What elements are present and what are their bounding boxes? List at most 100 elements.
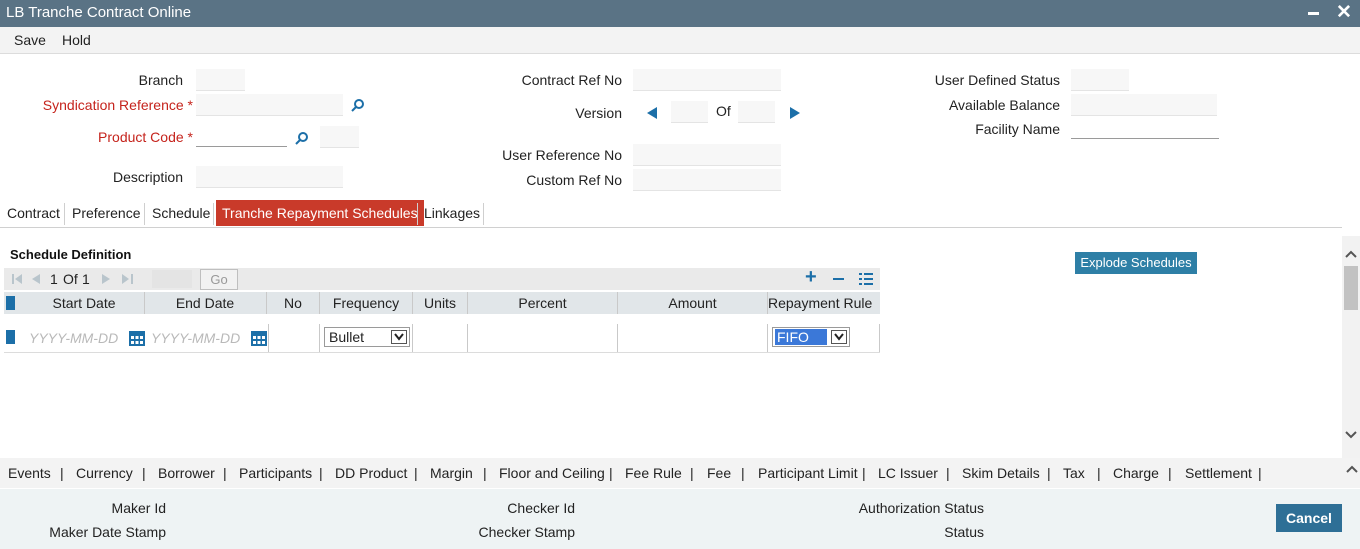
delete-row-icon[interactable]: [833, 278, 844, 280]
nav-separator: |: [319, 465, 323, 481]
first-page-icon[interactable]: [12, 274, 23, 284]
vertical-scrollbar[interactable]: [1342, 236, 1360, 458]
nav-participant-limit[interactable]: Participant Limit: [758, 465, 858, 481]
bottom-nav-bar: Events | Currency | Borrower | Participa…: [0, 458, 1360, 488]
nav-separator: |: [1258, 465, 1262, 481]
search-icon[interactable]: [351, 98, 365, 112]
scroll-up-icon[interactable]: [1346, 465, 1358, 473]
tab-contract[interactable]: Contract: [7, 200, 60, 226]
user-reference-no-input[interactable]: [633, 144, 781, 166]
nav-fee-rule[interactable]: Fee Rule: [625, 465, 682, 481]
nav-separator: |: [862, 465, 866, 481]
nav-fee[interactable]: Fee: [707, 465, 731, 481]
chevron-down-icon: [831, 330, 847, 344]
go-button[interactable]: Go: [200, 269, 238, 290]
select-all-checkbox[interactable]: [6, 296, 15, 310]
schedule-definition-title: Schedule Definition: [10, 247, 132, 262]
frequency-select[interactable]: Bullet: [324, 327, 410, 347]
start-date-input[interactable]: YYYY-MM-DD: [29, 330, 118, 346]
status-label: Status: [944, 524, 984, 540]
nav-lc-issuer[interactable]: LC Issuer: [878, 465, 938, 481]
row-select-checkbox[interactable]: [6, 330, 15, 344]
nav-dd-product[interactable]: DD Product: [335, 465, 407, 481]
page-number-input[interactable]: [152, 270, 192, 288]
save-menu-item[interactable]: Save: [14, 32, 46, 48]
last-page-icon[interactable]: [122, 274, 133, 284]
current-page: 1: [50, 271, 58, 287]
tab-linkages[interactable]: Linkages: [424, 200, 480, 226]
tab-tranche-repayment-schedules[interactable]: Tranche Repayment Schedules: [216, 200, 424, 226]
contract-ref-no-label: Contract Ref No: [521, 72, 622, 88]
version-of-label: Of: [716, 103, 731, 119]
calendar-icon[interactable]: [129, 331, 145, 346]
user-defined-status-label: User Defined Status: [934, 72, 1060, 88]
maker-date-stamp-label: Maker Date Stamp: [49, 524, 166, 540]
pagination-bar: 1 Of 1 Go +: [4, 266, 880, 290]
nav-separator: |: [1097, 465, 1101, 481]
nav-settlement[interactable]: Settlement: [1185, 465, 1252, 481]
version-label: Version: [575, 105, 622, 121]
scroll-thumb[interactable]: [1344, 266, 1358, 310]
nav-charge[interactable]: Charge: [1113, 465, 1159, 481]
product-description-input[interactable]: [320, 126, 359, 148]
end-date-input[interactable]: YYYY-MM-DD: [151, 330, 240, 346]
user-defined-status-input[interactable]: [1071, 69, 1129, 91]
nav-separator: |: [142, 465, 146, 481]
version-input[interactable]: [671, 101, 708, 123]
nav-borrower[interactable]: Borrower: [158, 465, 215, 481]
previous-version-icon[interactable]: [647, 107, 657, 119]
hold-menu-item[interactable]: Hold: [62, 32, 91, 48]
chevron-down-icon: [391, 330, 407, 344]
previous-page-icon[interactable]: [32, 274, 40, 284]
description-label: Description: [112, 169, 183, 185]
nav-separator: |: [946, 465, 950, 481]
available-balance-input[interactable]: [1071, 94, 1217, 116]
custom-ref-no-label: Custom Ref No: [526, 172, 622, 188]
custom-ref-no-input[interactable]: [633, 169, 781, 191]
tab-preference[interactable]: Preference: [72, 200, 140, 226]
add-row-icon[interactable]: +: [805, 266, 817, 289]
column-amount: Amount: [668, 295, 717, 311]
nav-events[interactable]: Events: [8, 465, 51, 481]
nav-separator: |: [741, 465, 745, 481]
search-icon[interactable]: [295, 131, 309, 145]
syndication-reference-input[interactable]: [196, 94, 343, 116]
nav-separator: |: [414, 465, 418, 481]
nav-separator: |: [223, 465, 227, 481]
nav-floor-and-ceiling[interactable]: Floor and Ceiling: [499, 465, 605, 481]
product-code-label: Product Code *: [98, 129, 193, 145]
product-code-input[interactable]: [196, 125, 287, 147]
description-input[interactable]: [196, 166, 343, 188]
explode-schedules-button[interactable]: Explode Schedules: [1075, 252, 1197, 274]
next-page-icon[interactable]: [102, 274, 110, 284]
audit-footer: [0, 489, 1360, 549]
available-balance-label: Available Balance: [948, 97, 1060, 113]
page-of-label: Of: [63, 271, 78, 287]
nav-separator: |: [1168, 465, 1172, 481]
repayment-rule-select[interactable]: FIFO: [772, 327, 850, 347]
cancel-button[interactable]: Cancel: [1276, 504, 1342, 532]
close-icon[interactable]: ✕: [1336, 1, 1352, 25]
scroll-up-icon[interactable]: [1345, 250, 1357, 258]
version-total-input[interactable]: [738, 101, 775, 123]
column-no: No: [284, 295, 302, 311]
calendar-icon[interactable]: [251, 331, 267, 346]
branch-input[interactable]: [196, 69, 245, 91]
nav-currency[interactable]: Currency: [76, 465, 133, 481]
nav-participants[interactable]: Participants: [239, 465, 312, 481]
minimize-icon[interactable]: [1308, 12, 1319, 15]
facility-name-input[interactable]: [1071, 117, 1219, 139]
contract-ref-no-input[interactable]: [633, 69, 781, 91]
scroll-down-icon[interactable]: [1345, 431, 1357, 439]
tab-schedule[interactable]: Schedule: [152, 200, 210, 226]
nav-separator: |: [690, 465, 694, 481]
nav-tax[interactable]: Tax: [1063, 465, 1085, 481]
single-view-icon[interactable]: [859, 272, 873, 286]
nav-skim-details[interactable]: Skim Details: [962, 465, 1040, 481]
facility-name-label: Facility Name: [975, 121, 1060, 137]
next-version-icon[interactable]: [790, 107, 800, 119]
nav-margin[interactable]: Margin: [430, 465, 473, 481]
column-units: Units: [424, 295, 456, 311]
nav-separator: |: [60, 465, 64, 481]
column-end-date: End Date: [175, 295, 235, 311]
